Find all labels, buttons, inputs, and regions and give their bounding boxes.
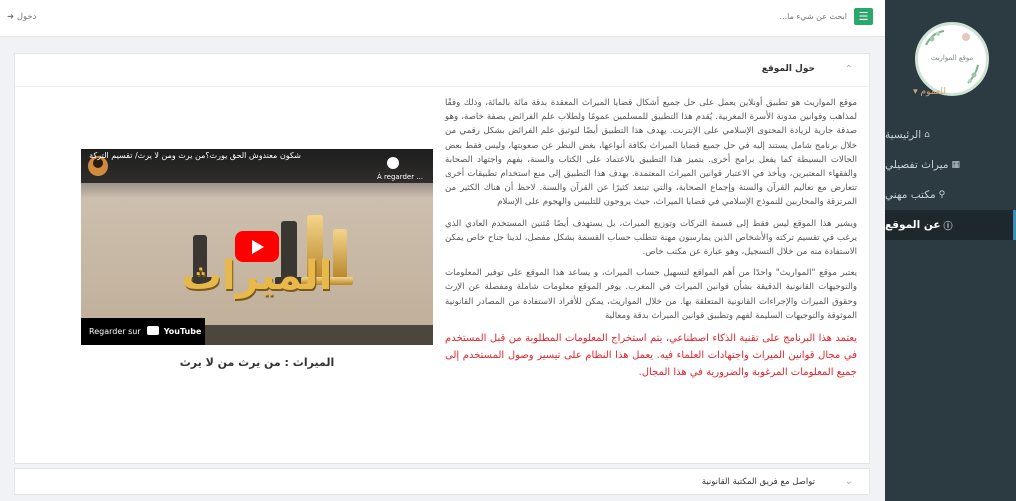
sidebar-item-label: الرئيسية xyxy=(885,129,922,141)
sidebar-item-about[interactable]: ⓘ عن الموقع xyxy=(885,210,1016,240)
sidebar-item-home[interactable]: ⌂ الرئيسية xyxy=(885,120,1016,150)
youtube-video-embed[interactable]: شكون معندوش الحق يورث؟من يرث ومن لا يرث/… xyxy=(81,149,433,345)
contact-title: تواصل مع فريق المكتبة القانونية xyxy=(701,477,815,487)
login-link[interactable]: دخول ➜ xyxy=(7,12,36,22)
sidebar-item-detailed-inheritance[interactable]: ▦ ميراث تفصيلي xyxy=(885,150,1016,180)
user-name: للعموم xyxy=(920,87,947,97)
play-icon xyxy=(252,240,264,254)
video-title[interactable]: شكون معندوش الحق يورث؟من يرث ومن لا يرث/… xyxy=(81,151,301,171)
youtube-wordmark: YouTube xyxy=(163,327,202,336)
search-icon: ⚲ xyxy=(938,190,946,200)
sidebar-item-professional-office[interactable]: ⚲ مكتب مهني xyxy=(885,180,1016,210)
about-text: موقع المواريث هو تطبيق أونلاين يعمل على … xyxy=(445,96,857,388)
watch-later-label[interactable]: À regarder ... xyxy=(377,173,423,181)
sidebar-item-label: مكتب مهني xyxy=(885,189,936,201)
sidebar: موقع المواريث للعموم ▾ ⌂ الرئيسية ▦ ميرا… xyxy=(885,0,1016,501)
chevron-down-icon[interactable]: ⌄ xyxy=(845,476,853,487)
ai-notice-paragraph: يعتمد هذا البرنامج على تقنية الذكاء اصطن… xyxy=(445,333,857,379)
top-bar: ☰ دخول ➜ xyxy=(0,0,885,37)
caret-down-icon: ▾ xyxy=(913,87,918,97)
search-input[interactable] xyxy=(627,8,847,25)
play-button[interactable] xyxy=(235,231,279,262)
contact-panel-header[interactable]: ⌄ تواصل مع فريق المكتبة القانونية xyxy=(14,468,870,495)
login-label: دخول xyxy=(16,12,37,22)
youtube-logo-icon xyxy=(147,326,160,335)
about-paragraph: موقع المواريث هو تطبيق أونلاين يعمل على … xyxy=(445,98,857,208)
site-logo: موقع المواريث xyxy=(915,22,989,96)
about-paragraph: يعتبر موقع "المواريث" واحدًا من أهم المو… xyxy=(445,268,857,321)
logo-text: موقع المواريث xyxy=(930,54,974,62)
calculator-icon: ▦ xyxy=(951,160,960,170)
sidebar-nav: ⌂ الرئيسية ▦ ميراث تفصيلي ⚲ مكتب مهني ⓘ … xyxy=(885,120,1016,240)
home-icon: ⌂ xyxy=(924,130,930,140)
chevron-up-icon[interactable]: ⌃ xyxy=(845,64,853,75)
sign-in-icon: ➜ xyxy=(7,12,15,22)
watch-on-youtube-button[interactable]: Regarder sur YouTube xyxy=(81,318,205,345)
sidebar-item-label: ميراث تفصيلي xyxy=(885,159,949,171)
info-icon: ⓘ xyxy=(943,221,953,232)
menu-toggle-icon[interactable]: ☰ xyxy=(854,8,873,25)
about-paragraph: ويشير هذا الموقع ليس فقط إلى قسمة التركا… xyxy=(445,218,857,258)
video-caption: الميراث : من يرث من لا يرث xyxy=(179,356,335,369)
sidebar-item-label: عن الموقع xyxy=(885,219,941,231)
watch-on-label: Regarder sur xyxy=(89,327,141,336)
user-menu[interactable]: للعموم ▾ xyxy=(913,87,946,97)
panel-title: حول الموقع xyxy=(761,64,815,74)
about-panel-header[interactable]: ⌃ حول الموقع xyxy=(15,54,869,87)
about-panel: ⌃ حول الموقع موقع المواريث هو تطبيق أونل… xyxy=(14,53,870,464)
